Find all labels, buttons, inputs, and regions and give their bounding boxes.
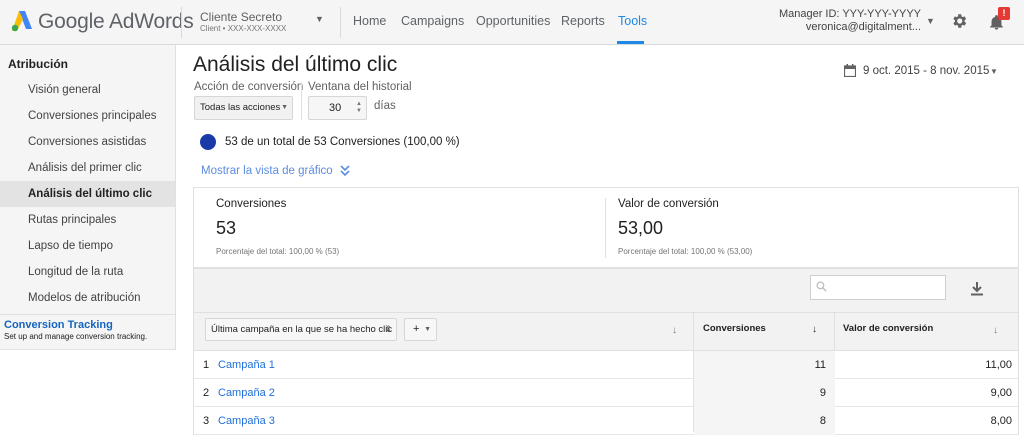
cell-conversion-value: 8,00 [990, 415, 1012, 427]
sidebar-item-conversiones-principales[interactable]: Conversiones principales [0, 103, 175, 129]
stat-conversions-label: Conversiones [216, 198, 287, 210]
manager-id: Manager ID: YYY-YYY-YYYY [778, 8, 921, 20]
up-down-icon: ⇕ [384, 324, 392, 334]
divider [0, 314, 175, 315]
calendar-icon[interactable] [844, 64, 856, 77]
spinner-arrows-icon[interactable]: ▲ ▼ [356, 101, 362, 115]
notification-badge: ! [998, 7, 1010, 20]
row-number: 2 [203, 387, 210, 399]
add-segment-button[interactable]: + ▼ [404, 318, 437, 341]
cell-conversion-value: 9,00 [990, 387, 1012, 399]
date-range-dropdown-icon[interactable]: ▼ [990, 67, 998, 76]
row-number: 3 [203, 415, 210, 427]
sidebar-item-conversiones-asistidas[interactable]: Conversiones asistidas [0, 129, 175, 155]
campaign-link[interactable]: Campaña 2 [218, 387, 275, 399]
top-bar: Google AdWords Cliente Secreto Client • … [0, 0, 1024, 45]
settings-gear-icon[interactable] [950, 12, 968, 30]
stat-value-label: Valor de conversión [618, 198, 719, 210]
sort-arrow-icon[interactable]: ↓ [812, 324, 817, 335]
sidebar-item-rutas-principales[interactable]: Rutas principales [0, 207, 175, 233]
chevron-down-icon: ▼ [281, 104, 288, 111]
sidebar-item-lapso-de-tiempo[interactable]: Lapso de tiempo [0, 233, 175, 259]
table-row: 1 Campaña 1 11 11,00 [193, 351, 1019, 379]
date-range-picker[interactable]: 9 oct. 2015 - 8 nov. 2015 [863, 65, 989, 77]
stat-conversions-note: Porcentaje del total: 100,00 % (53) [216, 247, 340, 256]
show-graph-link[interactable]: Mostrar la vista de gráfico [201, 165, 333, 177]
cell-conversions: 8 [819, 415, 826, 427]
nav-campaigns[interactable]: Campaigns [401, 14, 464, 28]
nav-opportunities[interactable]: Opportunities [476, 14, 550, 28]
lookback-window-label: Ventana del historial [308, 81, 412, 93]
conversion-summary: 53 de un total de 53 Conversiones (100,0… [225, 136, 460, 148]
table-row: 2 Campaña 2 9 9,00 [193, 379, 1019, 407]
nav-reports[interactable]: Reports [561, 14, 605, 28]
divider [340, 7, 341, 38]
cell-conversions: 11 [814, 359, 826, 371]
double-chevron-down-icon[interactable] [339, 164, 351, 177]
stat-value-value: 53,00 [618, 218, 664, 238]
add-segment-label: + [413, 323, 420, 335]
table-search-input[interactable] [810, 275, 946, 300]
sidebar-item-ultimo-clic[interactable]: Análisis del último clic [0, 181, 175, 207]
sort-arrow-icon[interactable]: ↓ [672, 325, 677, 336]
series-dot-icon[interactable] [200, 134, 216, 150]
stat-value-note: Porcentaje del total: 100,00 % (53,00) [618, 247, 753, 256]
conversion-action-select[interactable]: Todas las acciones ▼ [194, 96, 293, 120]
sidebar: Atribución Visión general Conversiones p… [0, 45, 176, 350]
stats-panel: Conversiones 53 Porcentaje del total: 10… [193, 187, 1019, 268]
segment-select[interactable]: Última campaña en la que se ha hecho cli… [205, 318, 397, 341]
sidebar-item-longitud-de-la-ruta[interactable]: Longitud de la ruta [0, 259, 175, 285]
cell-conversion-value: 11,00 [985, 359, 1012, 371]
column-header-conversions[interactable]: Conversiones [703, 323, 766, 334]
search-icon [816, 281, 827, 292]
campaign-link[interactable]: Campaña 3 [218, 415, 275, 427]
row-number: 1 [203, 359, 210, 371]
sidebar-heading: Atribución [8, 57, 68, 71]
page-title: Análisis del último clic [193, 53, 398, 76]
brand-name: Google AdWords [38, 10, 194, 33]
account-dropdown-icon[interactable]: ▼ [315, 14, 324, 24]
divider [301, 82, 302, 120]
nav-home[interactable]: Home [353, 14, 386, 28]
sidebar-item-modelos-de-atribucion[interactable]: Modelos de atribución [0, 285, 175, 311]
divider [605, 198, 606, 258]
sort-arrow-icon[interactable]: ↓ [993, 325, 998, 336]
active-tab-indicator [617, 41, 644, 44]
days-label: días [374, 100, 396, 112]
campaign-link[interactable]: Campaña 1 [218, 359, 275, 371]
cell-conversions-bg [694, 379, 835, 407]
account-name[interactable]: Cliente Secreto [200, 10, 282, 24]
adwords-logo-icon [11, 11, 32, 32]
conversion-action-label: Acción de conversión [194, 81, 304, 93]
nav-tools[interactable]: Tools [618, 14, 647, 28]
chevron-down-icon: ▼ [424, 326, 431, 333]
segment-select-value: Última campaña en la que se ha hecho cli… [211, 324, 393, 335]
column-header-conversion-value[interactable]: Valor de conversión [843, 323, 933, 334]
divider [181, 7, 182, 38]
user-email[interactable]: veronica@digitalment... [806, 21, 921, 33]
table-row: 3 Campaña 3 8 8,00 [193, 407, 1019, 435]
conversion-tracking-link[interactable]: Conversion Tracking [4, 319, 113, 331]
account-id: Client • XXX-XXX-XXXX [200, 24, 287, 33]
stat-conversions-value: 53 [216, 218, 237, 238]
cell-conversions: 9 [819, 387, 826, 399]
cell-conversions-bg [694, 407, 835, 435]
conversion-tracking-description: Set up and manage conversion tracking. [4, 332, 148, 341]
conversion-action-value: Todas las acciones [200, 102, 281, 113]
download-icon[interactable] [970, 281, 984, 296]
lookback-window-input[interactable]: 30 ▲ ▼ [308, 96, 367, 120]
sidebar-item-primer-clic[interactable]: Análisis del primer clic [0, 155, 175, 181]
sidebar-item-vision-general[interactable]: Visión general [0, 77, 175, 103]
user-dropdown-icon[interactable]: ▼ [926, 16, 935, 26]
lookback-window-value: 30 [329, 102, 342, 114]
